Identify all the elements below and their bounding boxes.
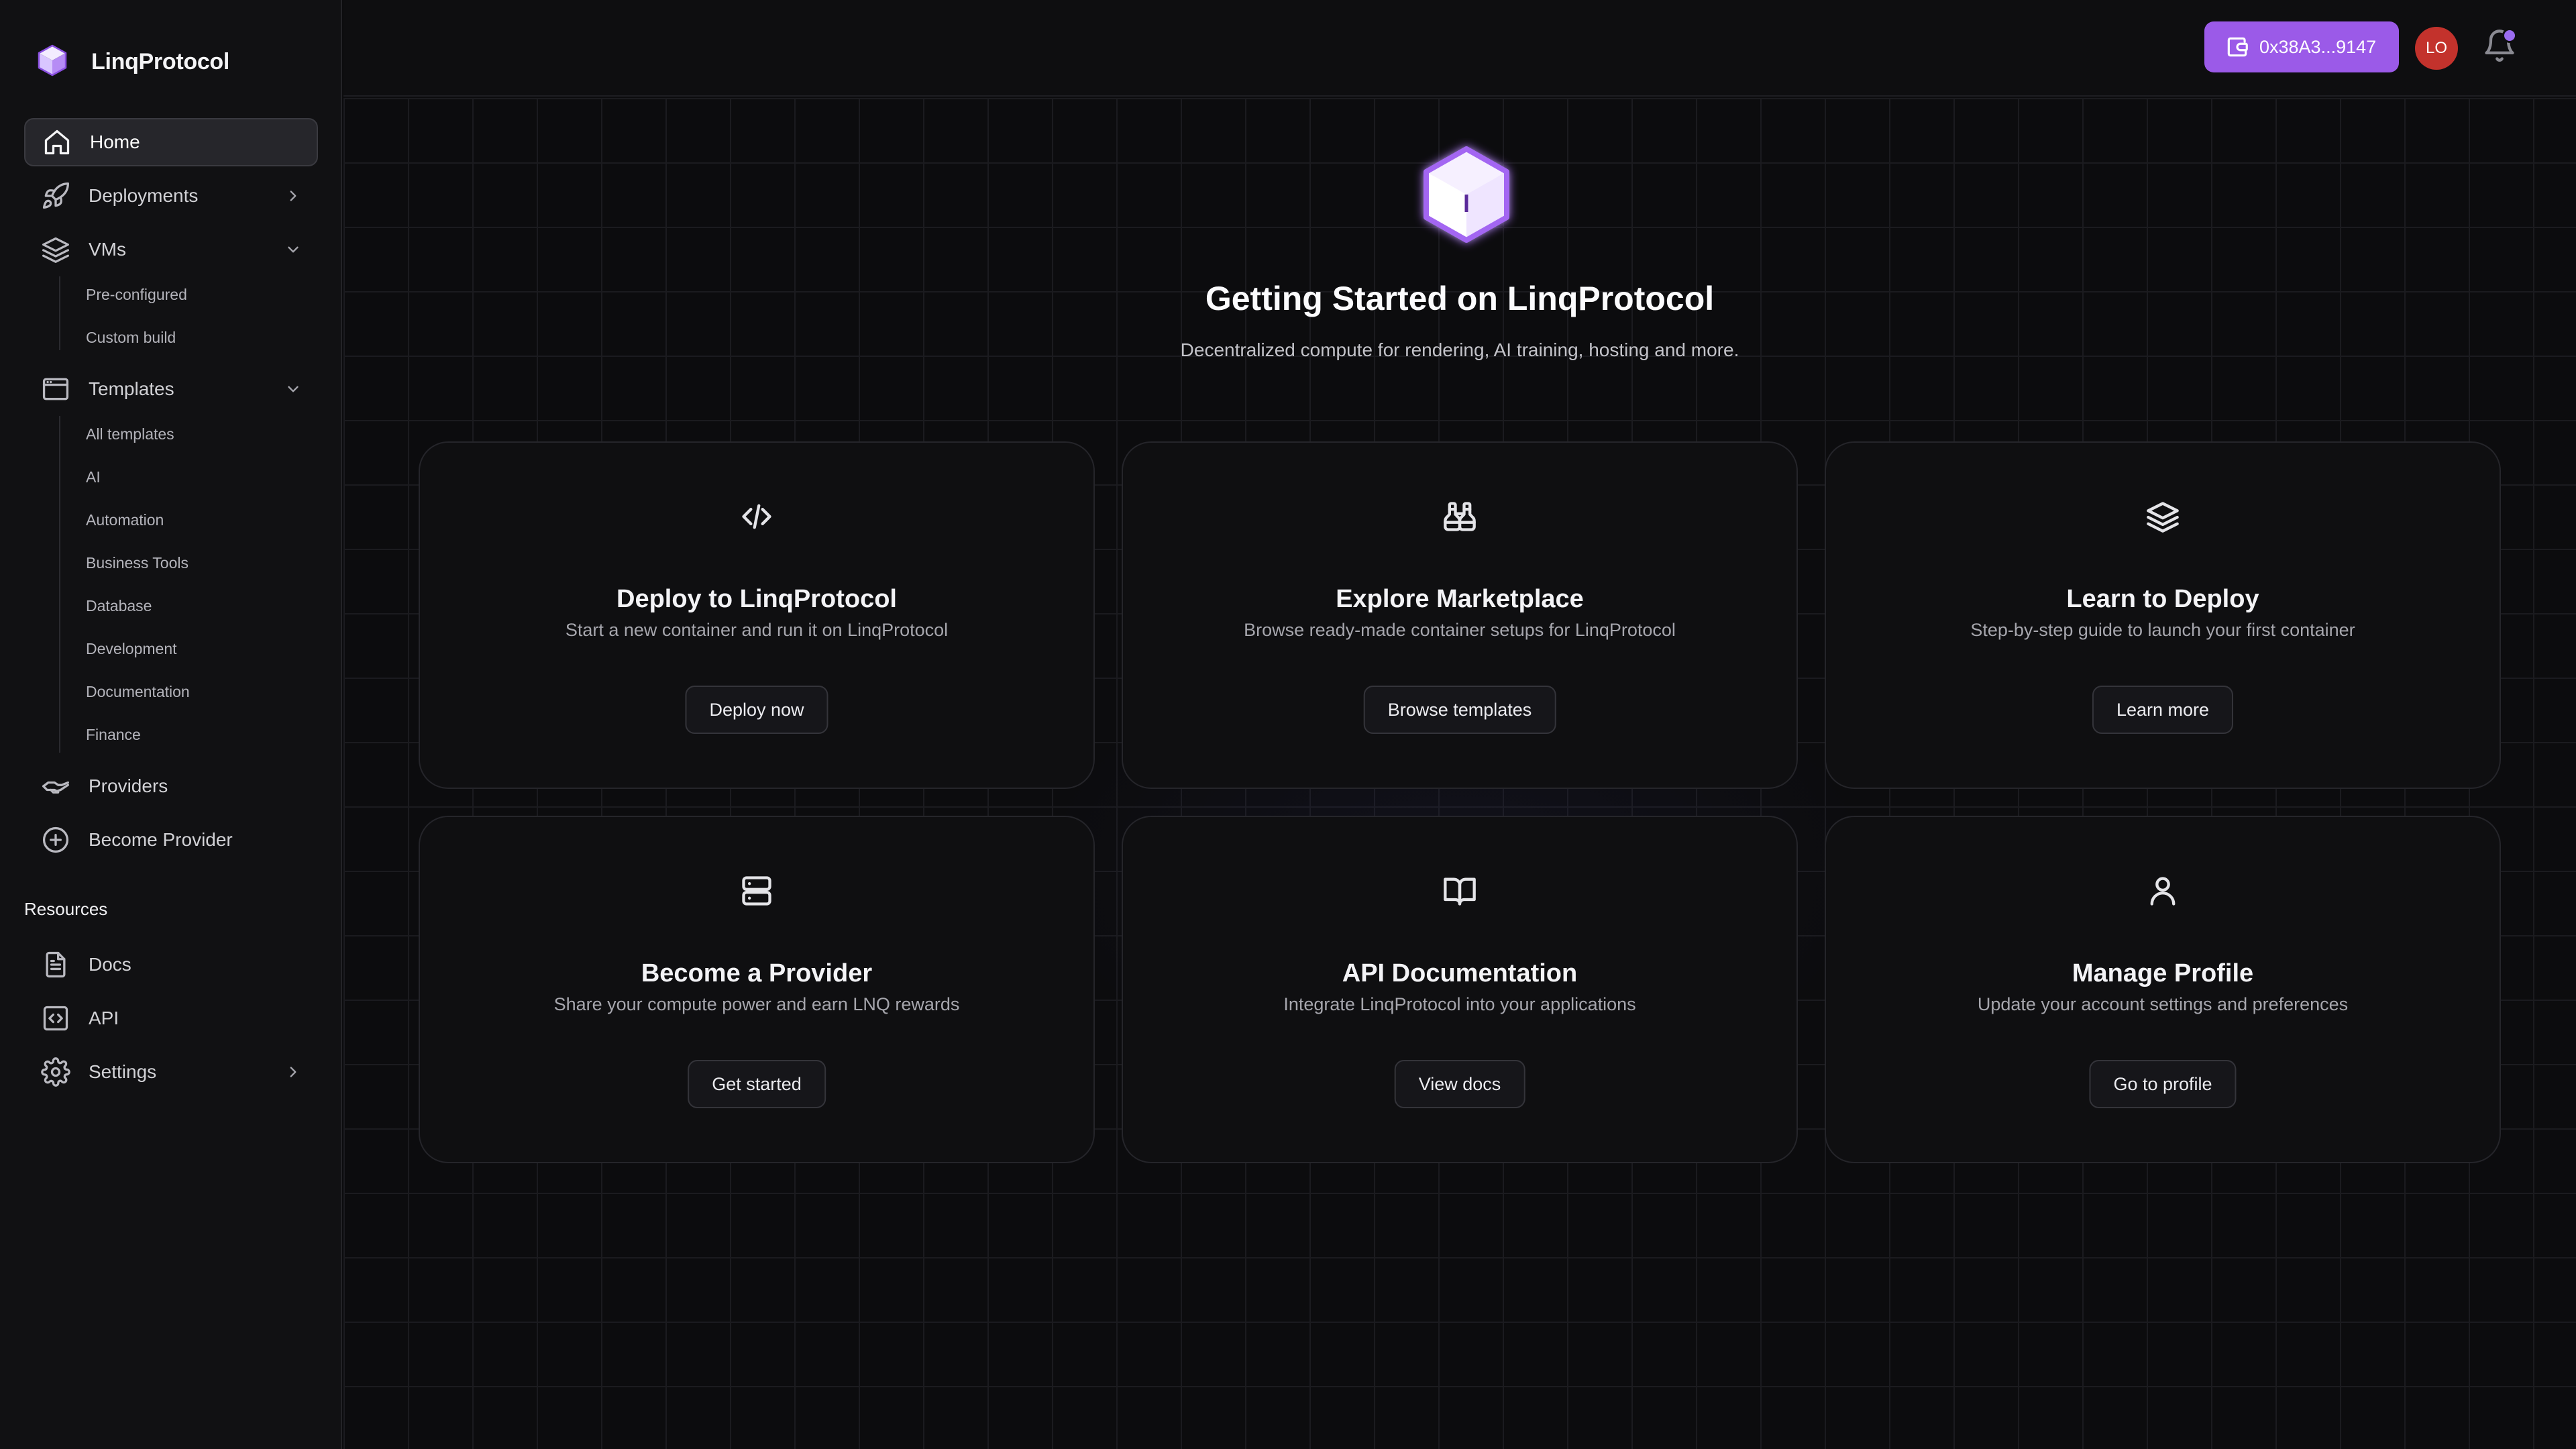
card-title: Learn to Deploy xyxy=(2066,585,2259,613)
sidebar-item-label: Deployments xyxy=(89,185,199,206)
sidebar-item-providers[interactable]: Providers xyxy=(24,762,318,810)
wallet-icon xyxy=(2227,37,2248,57)
sidebar-item-api[interactable]: API xyxy=(24,994,318,1042)
sidebar-item-label: Become Provider xyxy=(89,829,233,850)
get-started-button[interactable]: Get started xyxy=(688,1060,826,1108)
layers-icon xyxy=(40,234,71,265)
card-api-docs: API Documentation Integrate LinqProtocol… xyxy=(1122,816,1798,1163)
plus-circle-icon xyxy=(40,824,71,855)
notifications-button[interactable] xyxy=(2482,28,2517,63)
card-title: Explore Marketplace xyxy=(1336,585,1584,613)
document-icon xyxy=(40,949,71,980)
wallet-button[interactable]: 0x38A3...9147 xyxy=(2204,21,2399,72)
sidebar-item-vms[interactable]: VMs xyxy=(24,225,318,274)
card-description: Integrate LinqProtocol into your applica… xyxy=(1283,994,1636,1014)
sidebar-subitem-custom-build[interactable]: Custom build xyxy=(86,329,176,347)
card-description: Share your compute power and earn LNQ re… xyxy=(553,994,960,1014)
chevron-right-icon xyxy=(284,187,302,205)
code-square-icon xyxy=(40,1003,71,1034)
sidebar-subitem-ai[interactable]: AI xyxy=(86,468,101,486)
view-docs-button[interactable]: View docs xyxy=(1394,1060,1525,1108)
sidebar-item-label: API xyxy=(89,1008,119,1028)
main-content: Getting Started on LinqProtocol Decentra… xyxy=(343,98,2576,1449)
sidebar-item-home[interactable]: Home xyxy=(24,118,318,166)
sidebar-item-deployments[interactable]: Deployments xyxy=(24,172,318,220)
card-title: Deploy to LinqProtocol xyxy=(616,585,897,613)
sidebar-item-settings[interactable]: Settings xyxy=(24,1048,318,1096)
sidebar-subitem-finance[interactable]: Finance xyxy=(86,726,141,744)
sidebar-item-label: Settings xyxy=(89,1061,157,1082)
brand[interactable]: LinqProtocol xyxy=(34,42,229,82)
card-description: Browse ready-made container setups for L… xyxy=(1244,620,1676,640)
chevron-right-icon xyxy=(284,1063,302,1081)
code-icon xyxy=(739,499,774,534)
vms-submenu: Pre-configured Custom build xyxy=(59,276,187,350)
layers-icon xyxy=(2145,499,2180,534)
go-to-profile-button[interactable]: Go to profile xyxy=(2089,1060,2237,1108)
resources-heading: Resources xyxy=(24,899,108,919)
browser-window-icon xyxy=(40,374,71,405)
sidebar-item-docs[interactable]: Docs xyxy=(24,941,318,989)
card-description: Start a new container and run it on Linq… xyxy=(565,620,949,640)
gear-icon xyxy=(40,1057,71,1087)
sidebar-subitem-automation[interactable]: Automation xyxy=(86,511,164,529)
handshake-icon xyxy=(40,771,71,802)
sidebar-subitem-pre-configured[interactable]: Pre-configured xyxy=(86,286,187,304)
card-profile: Manage Profile Update your account setti… xyxy=(1825,816,2501,1163)
sidebar-subitem-database[interactable]: Database xyxy=(86,597,152,615)
cube-logo-icon xyxy=(34,42,71,83)
sidebar-subitem-business-tools[interactable]: Business Tools xyxy=(86,554,189,572)
templates-submenu: All templates AI Automation Business Too… xyxy=(59,416,190,753)
binoculars-icon xyxy=(1442,499,1477,534)
user-icon xyxy=(2145,873,2180,908)
browse-templates-button[interactable]: Browse templates xyxy=(1363,686,1556,734)
card-description: Step-by-step guide to launch your first … xyxy=(1970,620,2355,640)
sidebar-item-label: Home xyxy=(90,131,140,152)
sidebar: LinqProtocol Home Deployments VMs Pre-co… xyxy=(0,0,342,1449)
cube-hero-icon xyxy=(1413,138,1520,252)
learn-more-button[interactable]: Learn more xyxy=(2092,686,2234,734)
home-icon xyxy=(42,127,72,158)
sidebar-item-become-provider[interactable]: Become Provider xyxy=(24,816,318,864)
sidebar-item-label: VMs xyxy=(89,239,126,260)
notification-dot xyxy=(2502,28,2517,43)
sidebar-item-templates[interactable]: Templates xyxy=(24,365,318,413)
sidebar-subitem-development[interactable]: Development xyxy=(86,640,177,658)
book-open-icon xyxy=(1442,873,1477,908)
sidebar-item-label: Templates xyxy=(89,378,174,399)
rocket-icon xyxy=(40,180,71,211)
card-title: Become a Provider xyxy=(641,959,873,987)
sidebar-item-label: Docs xyxy=(89,954,131,975)
deploy-now-button[interactable]: Deploy now xyxy=(685,686,828,734)
chevron-down-icon xyxy=(284,380,302,398)
server-icon xyxy=(739,873,774,908)
sidebar-item-label: Providers xyxy=(89,775,168,796)
sidebar-subitem-documentation[interactable]: Documentation xyxy=(86,683,190,701)
card-description: Update your account settings and prefere… xyxy=(1977,994,2349,1014)
card-deploy: Deploy to LinqProtocol Start a new conta… xyxy=(419,441,1095,789)
chevron-down-icon xyxy=(284,241,302,258)
wallet-address: 0x38A3...9147 xyxy=(2259,36,2377,57)
card-provider: Become a Provider Share your compute pow… xyxy=(419,816,1095,1163)
page-title: Getting Started on LinqProtocol xyxy=(1205,280,1715,317)
sidebar-subitem-all-templates[interactable]: All templates xyxy=(86,425,174,443)
page-subtitle: Decentralized compute for rendering, AI … xyxy=(1180,339,1739,360)
card-title: API Documentation xyxy=(1342,959,1578,987)
brand-name: LinqProtocol xyxy=(91,48,230,74)
card-title: Manage Profile xyxy=(2072,959,2254,987)
card-marketplace: Explore Marketplace Browse ready-made co… xyxy=(1122,441,1798,789)
avatar[interactable]: LO xyxy=(2415,27,2458,70)
card-learn: Learn to Deploy Step-by-step guide to la… xyxy=(1825,441,2501,789)
